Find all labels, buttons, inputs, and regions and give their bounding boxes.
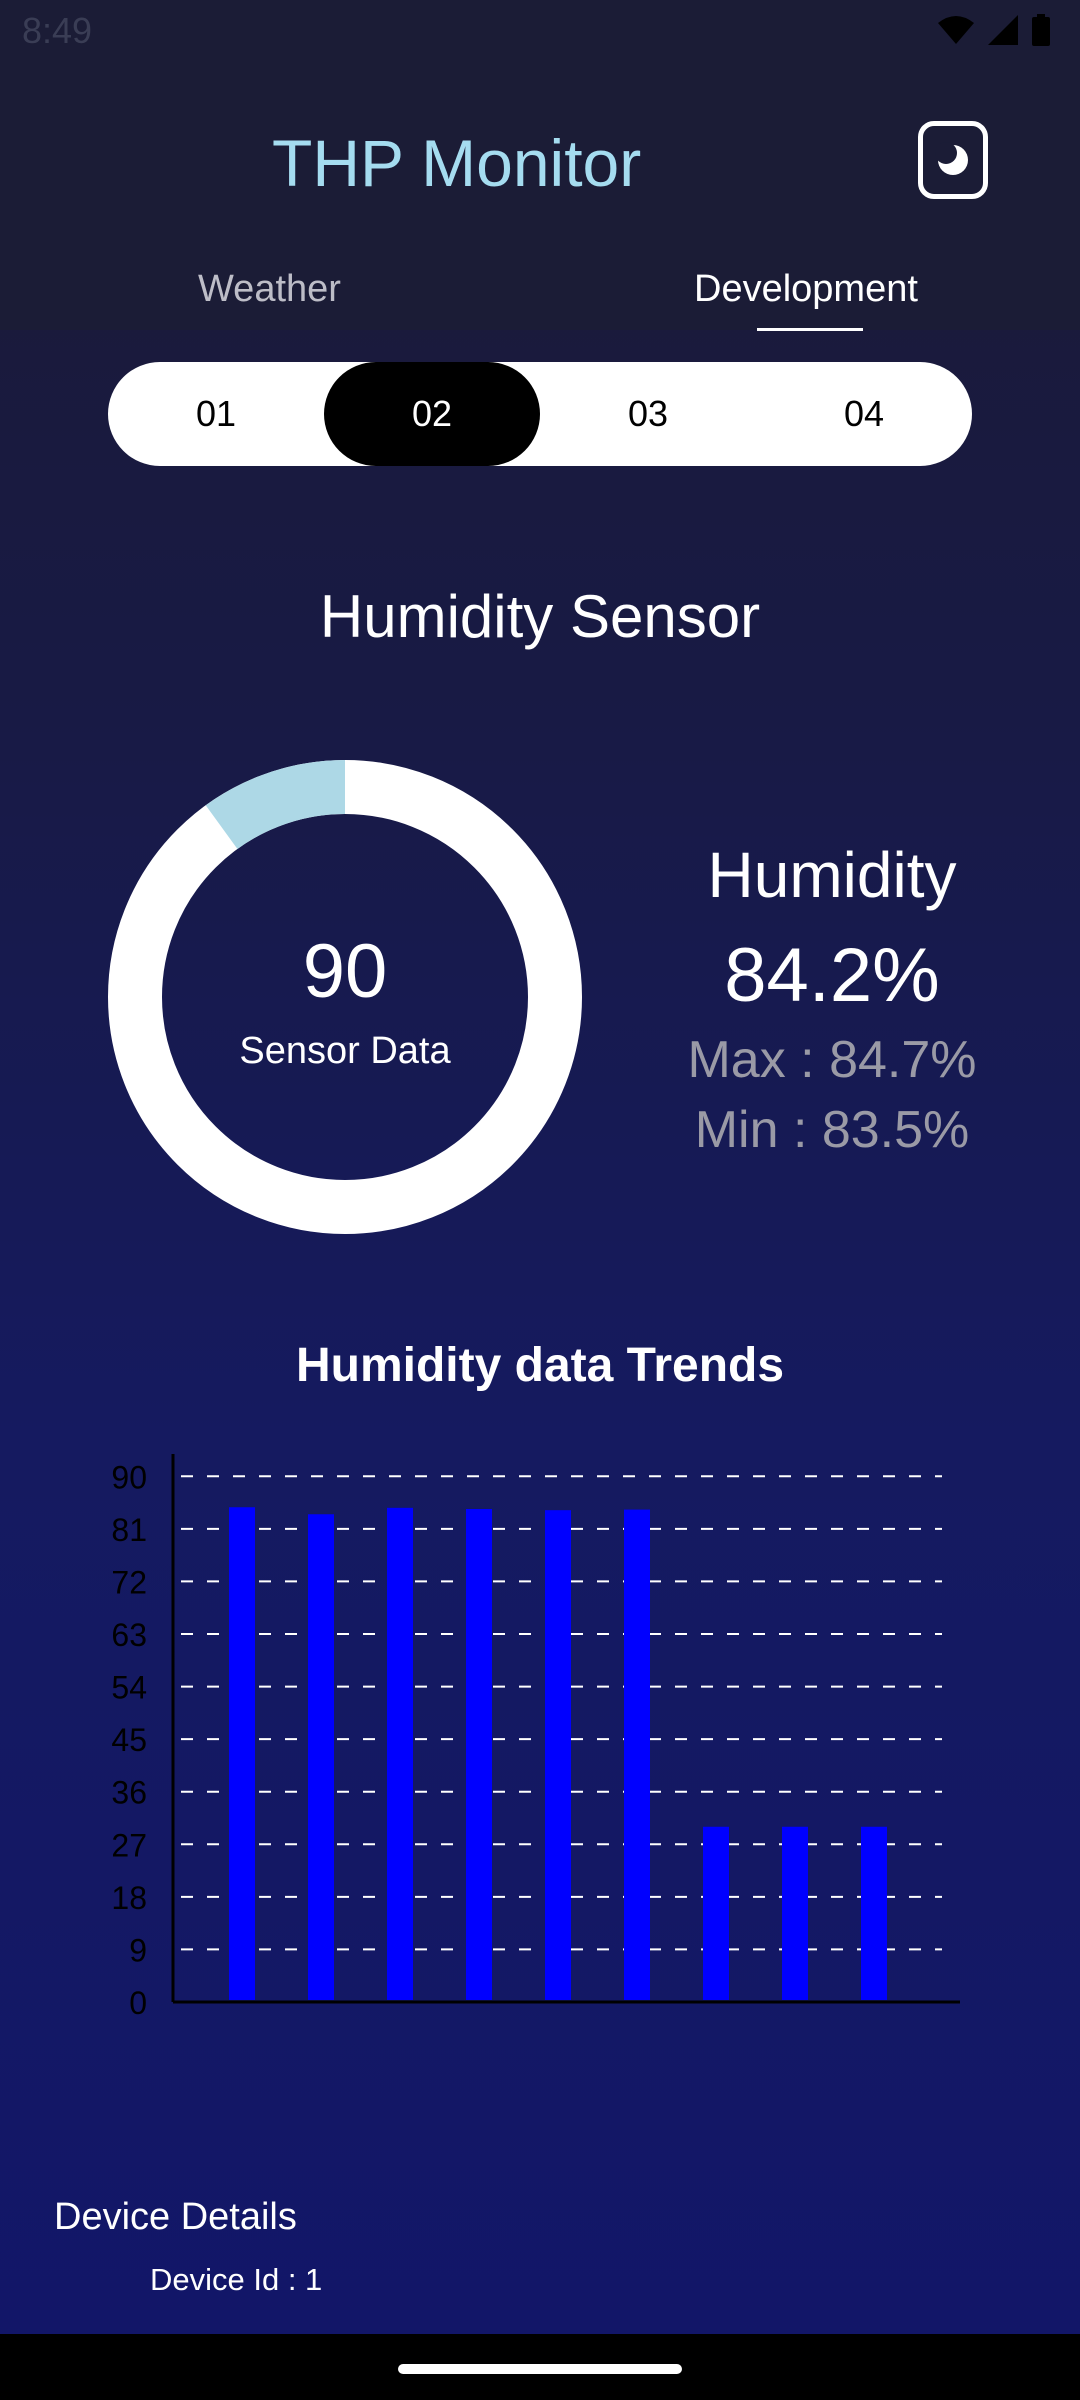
segment-04[interactable]: 04 [756,362,972,466]
gauge-value: 90 [302,929,388,1014]
y-tick-label: 0 [129,1985,147,2020]
humidity-value: 84.2% [724,933,940,1018]
y-tick-label: 27 [111,1827,147,1863]
device-selector: 01 02 03 04 [108,362,972,466]
chart-bar [229,1507,255,2000]
y-tick-label: 63 [111,1617,147,1653]
device-details-title: Device Details [54,2196,297,2238]
device-id: Device Id : 1 [150,2262,323,2297]
tab-weather[interactable]: Weather [198,268,341,311]
chart-title: Humidity data Trends [295,1339,785,1392]
segment-02[interactable]: 02 [324,362,540,466]
status-icons [938,14,1050,46]
humidity-label: Humidity [707,839,957,911]
status-bar: 8:49 [0,0,1080,64]
chart-bar [861,1826,887,2000]
sensor-title: Humidity Sensor [319,583,761,650]
y-tick-label: 36 [111,1775,147,1811]
theme-toggle-button[interactable] [918,121,988,199]
segment-03[interactable]: 03 [540,362,756,466]
y-tick-label: 72 [111,1564,147,1600]
chart-bar [545,1510,571,2000]
home-indicator[interactable] [398,2364,682,2374]
app-title: THP Monitor [272,126,642,200]
chart-bar [624,1509,650,2000]
segment-01[interactable]: 01 [108,362,324,466]
y-tick-label: 54 [111,1670,147,1706]
y-tick-label: 45 [111,1722,147,1758]
y-tick-label: 18 [111,1880,147,1916]
status-time: 8:49 [22,10,93,51]
chart-bar [703,1826,729,2000]
y-tick-label: 90 [111,1459,147,1495]
gauge-fill-arc [205,760,346,850]
y-tick-label: 81 [111,1512,147,1548]
tab-indicator [757,328,863,331]
cellular-signal-icon [988,15,1018,45]
humidity-max: Max : 84.7% [687,1031,977,1089]
chart-bar [466,1508,492,2000]
tab-development[interactable]: Development [694,268,918,311]
battery-icon [1032,14,1050,46]
chart-bar [387,1507,413,2000]
wifi-icon [938,16,974,44]
y-tick-label: 9 [129,1932,147,1968]
moon-icon [935,142,968,175]
humidity-min: Min : 83.5% [694,1101,970,1159]
humidity-bar-chart: 0 9 18 27 36 45 54 63 72 81 90 [111,1454,960,2020]
chart-bar [782,1826,808,2000]
gauge-label: Sensor Data [239,1030,451,1072]
chart-bar [308,1514,334,2000]
